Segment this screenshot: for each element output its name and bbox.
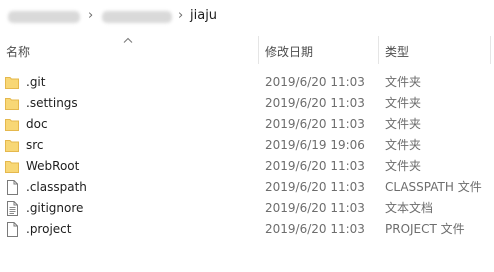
file-type: 文件夹 <box>385 159 422 173</box>
file-type: 文本文档 <box>385 201 434 215</box>
column-header-name[interactable]: 名称 <box>6 45 30 59</box>
folder-icon <box>5 140 19 152</box>
file-date: 2019/6/20 11:03 <box>265 180 365 194</box>
text-file-icon <box>7 201 18 216</box>
file-icon <box>7 180 18 195</box>
file-name: .settings <box>26 96 78 110</box>
column-header-date[interactable]: 修改日期 <box>265 45 313 59</box>
file-name: .classpath <box>26 180 87 194</box>
folder-icon <box>5 77 19 89</box>
file-type: 文件夹 <box>385 75 422 89</box>
file-icon <box>7 222 18 237</box>
file-row[interactable]: src 2019/6/19 19:06 文件夹 <box>0 135 494 156</box>
breadcrumb-current[interactable]: jiaju <box>190 8 217 24</box>
column-header <box>0 34 494 64</box>
file-type: PROJECT 文件 <box>385 222 465 236</box>
file-date: 2019/6/20 11:03 <box>265 222 365 236</box>
file-row[interactable]: doc 2019/6/20 11:03 文件夹 <box>0 114 494 135</box>
file-name: .project <box>26 222 72 236</box>
folder-icon <box>5 119 19 131</box>
file-type: 文件夹 <box>385 117 422 131</box>
file-row[interactable]: .project 2019/6/20 11:03 PROJECT 文件 <box>0 219 494 240</box>
file-date: 2019/6/20 11:03 <box>265 75 365 89</box>
file-name: WebRoot <box>26 159 80 173</box>
file-date: 2019/6/19 19:06 <box>265 138 365 152</box>
breadcrumb-segment-redacted[interactable] <box>8 11 80 23</box>
sort-ascending-icon <box>123 37 133 43</box>
breadcrumb-separator-icon[interactable]: › <box>88 9 93 23</box>
file-type: CLASSPATH 文件 <box>385 180 482 194</box>
folder-icon <box>5 98 19 110</box>
file-type: 文件夹 <box>385 96 422 110</box>
breadcrumb: › › jiaju <box>0 0 494 34</box>
file-date: 2019/6/20 11:03 <box>265 201 365 215</box>
file-name: src <box>26 138 44 152</box>
file-date: 2019/6/20 11:03 <box>265 117 365 131</box>
column-header-type[interactable]: 类型 <box>385 45 409 59</box>
column-divider[interactable] <box>490 36 491 64</box>
breadcrumb-separator-icon[interactable]: › <box>178 9 183 23</box>
file-date: 2019/6/20 11:03 <box>265 96 365 110</box>
file-row[interactable]: .gitignore 2019/6/20 11:03 文本文档 <box>0 198 494 219</box>
column-divider[interactable] <box>378 36 379 64</box>
file-date: 2019/6/20 11:03 <box>265 159 365 173</box>
file-row[interactable]: .classpath 2019/6/20 11:03 CLASSPATH 文件 <box>0 177 494 198</box>
file-name: .gitignore <box>26 201 84 215</box>
column-divider[interactable] <box>258 36 259 64</box>
file-row[interactable]: .settings 2019/6/20 11:03 文件夹 <box>0 93 494 114</box>
folder-icon <box>5 161 19 173</box>
file-name: .git <box>26 75 46 89</box>
file-name: doc <box>26 117 48 131</box>
breadcrumb-segment-redacted[interactable] <box>102 11 172 23</box>
file-type: 文件夹 <box>385 138 422 152</box>
file-row[interactable]: .git 2019/6/20 11:03 文件夹 <box>0 72 494 93</box>
file-row[interactable]: WebRoot 2019/6/20 11:03 文件夹 <box>0 156 494 177</box>
